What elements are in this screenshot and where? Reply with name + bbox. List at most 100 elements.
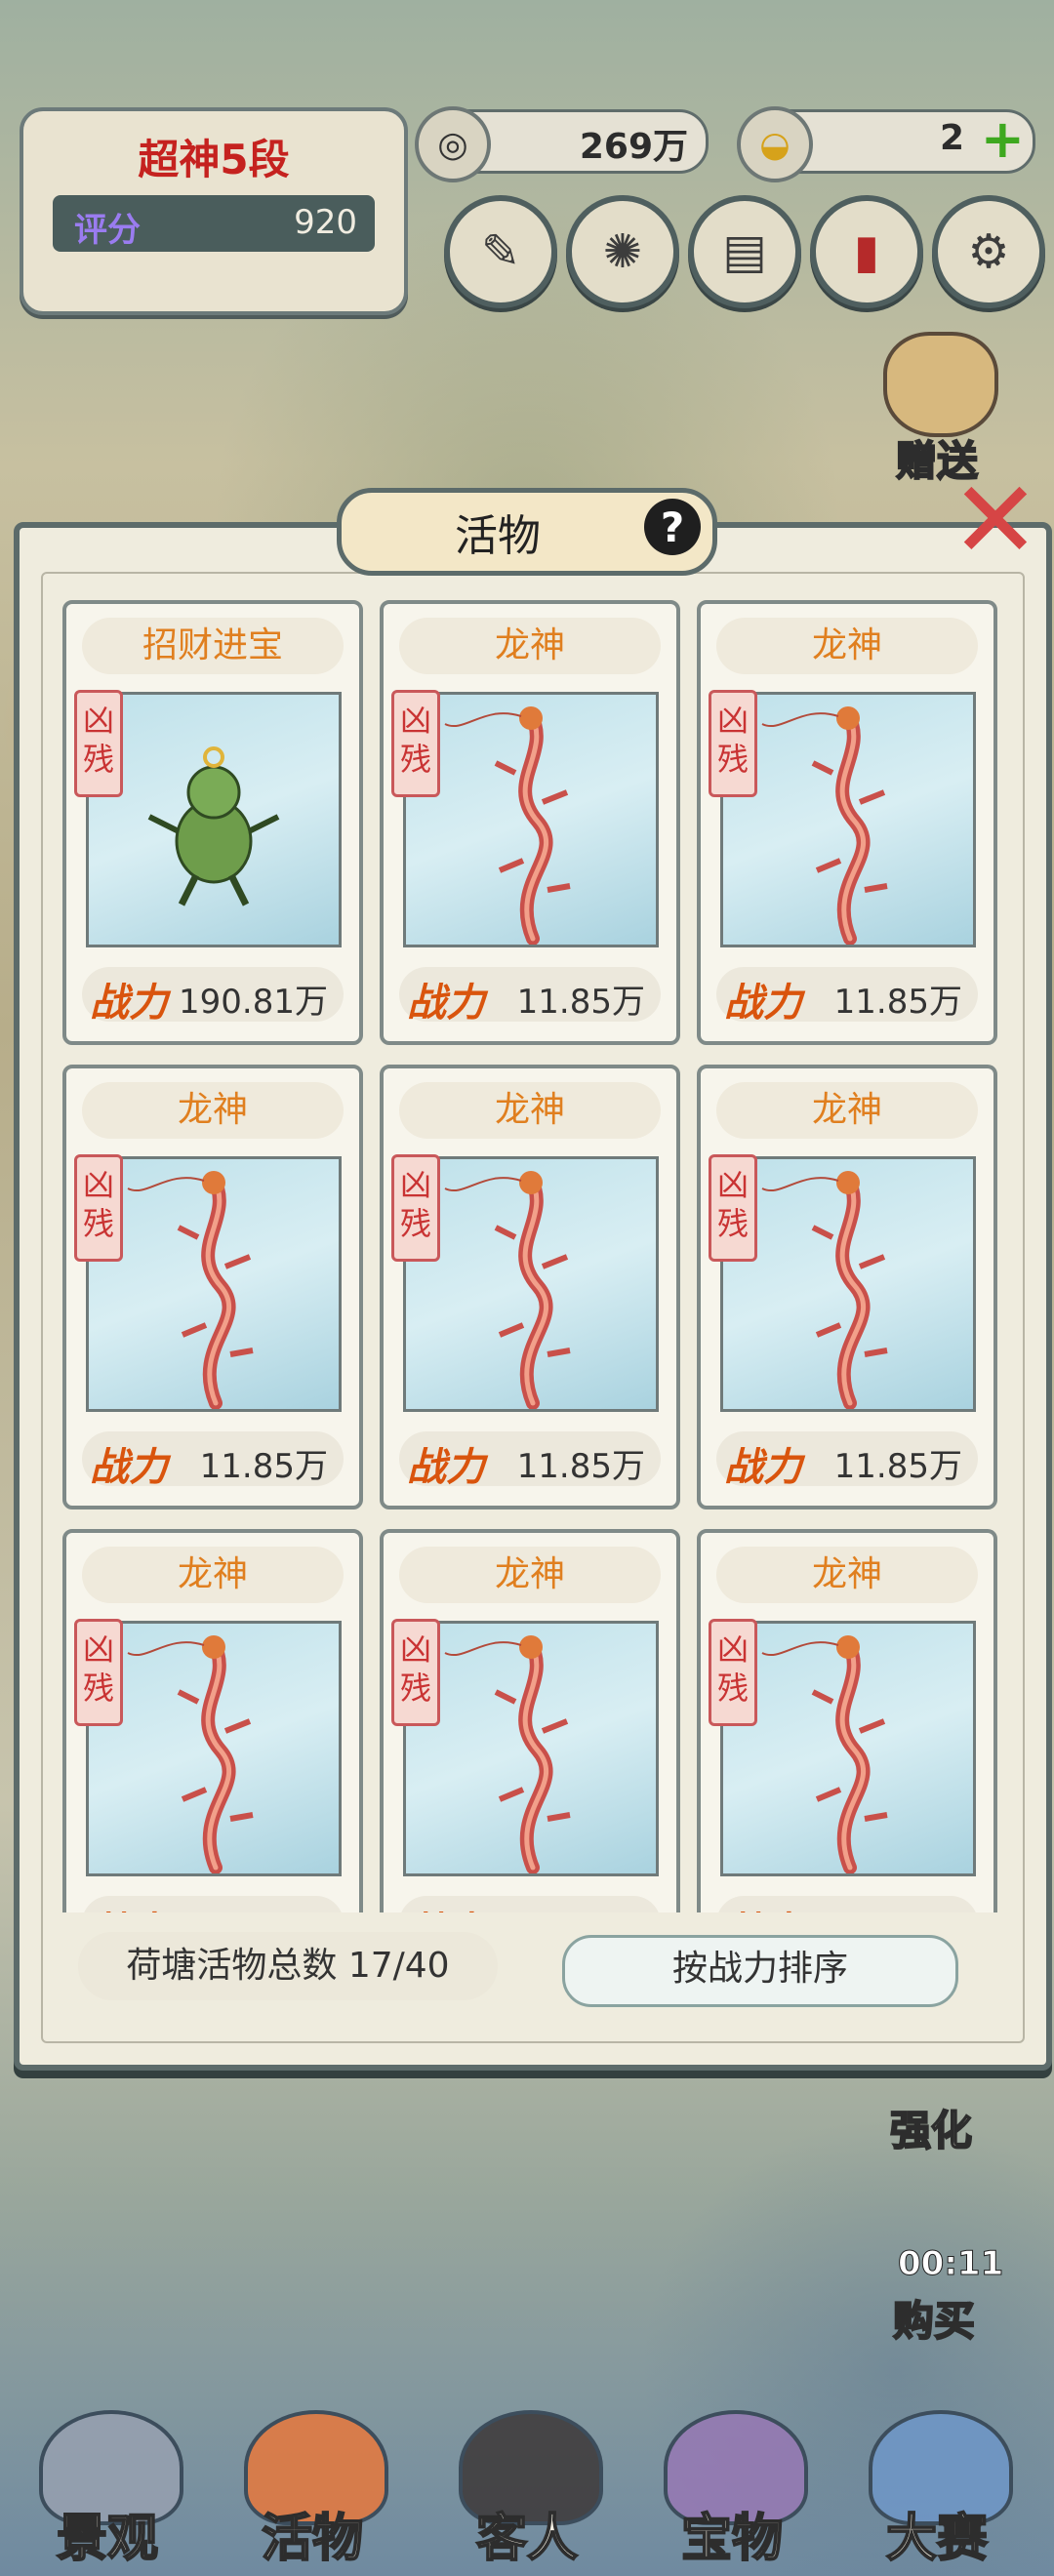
- creature-name: 龙神: [399, 618, 661, 674]
- trait-tag: 凶残: [391, 1154, 440, 1262]
- nav-label: 活物: [261, 2509, 364, 2569]
- power-value: 190.81万: [179, 983, 328, 1022]
- power-label: 战力: [407, 1445, 485, 1490]
- creature-portrait: 已吞 0: [403, 1621, 659, 1876]
- creature-name: 招财进宝: [82, 618, 344, 674]
- gold-ingot-icon: ◒: [737, 106, 813, 182]
- nav-treasures[interactable]: 宝物: [634, 2410, 830, 2576]
- creature-card[interactable]: 龙神已吞 0凶残战力 11.85万: [380, 600, 680, 1045]
- power-label: 战力: [724, 1445, 802, 1490]
- card-icon: ▮: [853, 224, 880, 279]
- creature-card[interactable]: 招财进宝已吞 260凶残战力 190.81万: [62, 600, 363, 1045]
- creature-name: 龙神: [716, 1082, 978, 1139]
- trait-tag: 凶残: [74, 1619, 123, 1726]
- dragon-icon: [89, 1635, 339, 1873]
- nav-creatures[interactable]: 活物: [215, 2410, 410, 2576]
- modal-title-plate: 活物 ?: [337, 488, 717, 576]
- card-button[interactable]: ▮: [810, 195, 923, 308]
- nav-guests[interactable]: 客人: [429, 2410, 625, 2576]
- scroll-brush-button[interactable]: ✎: [444, 195, 557, 308]
- creature-portrait: 已吞 260: [86, 692, 342, 947]
- wheel-button[interactable]: ✺: [566, 195, 679, 308]
- rank-panel[interactable]: 超神5段 评分 920: [20, 107, 408, 315]
- creature-card[interactable]: 龙神已吞 0凶残战力: [380, 1529, 680, 1912]
- power-row: 战力 11.85万: [399, 1431, 661, 1490]
- sort-by-power-button[interactable]: 按战力排序: [562, 1935, 958, 2007]
- dragon-icon: [406, 1171, 656, 1409]
- gold-counter: ◒ 2 +: [737, 106, 1035, 182]
- close-icon[interactable]: ✕: [947, 466, 1044, 574]
- gear-icon: ⚙: [967, 224, 1010, 279]
- shuriken-icon: ✺: [602, 224, 643, 279]
- power-row: 战力 190.81万: [82, 967, 344, 1026]
- creature-portrait: 已吞 0: [720, 692, 976, 947]
- creature-portrait: 已吞 0: [86, 1156, 342, 1412]
- creature-card[interactable]: 龙神已吞 0凶残战力 11.85万: [380, 1065, 680, 1509]
- add-gold-icon[interactable]: +: [981, 113, 1025, 166]
- coin-value: 269万: [579, 127, 688, 167]
- creature-name: 龙神: [399, 1547, 661, 1603]
- trait-tag: 凶残: [391, 690, 440, 797]
- nav-label: 客人: [475, 2509, 579, 2569]
- creature-card[interactable]: 龙神已吞 0凶残战力: [62, 1529, 363, 1912]
- trait-tag: 凶残: [74, 690, 123, 797]
- creature-name: 龙神: [82, 1547, 344, 1603]
- creature-name: 龙神: [399, 1082, 661, 1139]
- power-row: 战力 11.85万: [399, 967, 661, 1026]
- buy-button[interactable]: 购买: [892, 2288, 976, 2348]
- golden-toad-icon: [89, 746, 339, 945]
- creature-portrait: 已吞 0: [720, 1156, 976, 1412]
- nav-contest[interactable]: 大赛: [839, 2410, 1034, 2576]
- power-label: 战力: [90, 1445, 168, 1490]
- power-row: 战力 11.85万: [716, 967, 978, 1026]
- score-value: 920: [294, 203, 357, 242]
- power-row: 战力: [82, 1896, 344, 1912]
- dragon-icon: [406, 706, 656, 945]
- pond-creature-count: 荷塘活物总数 17/40: [78, 1932, 498, 2000]
- dragon-icon: [723, 706, 973, 945]
- creature-card[interactable]: 龙神已吞 0凶残战力: [697, 1529, 997, 1912]
- settings-button[interactable]: ⚙: [932, 195, 1045, 308]
- creature-grid[interactable]: 招财进宝已吞 260凶残战力190.81万龙神已吞 0凶残战力11.85万龙神已…: [49, 600, 1005, 1912]
- creature-portrait: 已吞 0: [403, 1156, 659, 1412]
- power-label: 战力: [90, 981, 168, 1026]
- creature-card[interactable]: 龙神已吞 0凶残战力 11.85万: [62, 1065, 363, 1509]
- nav-label: 景观: [56, 2509, 159, 2569]
- creature-card[interactable]: 龙神已吞 0凶残战力 11.85万: [697, 1065, 997, 1509]
- map-icon: ▤: [722, 224, 767, 279]
- score-row: 评分 920: [53, 195, 375, 252]
- help-icon[interactable]: ?: [644, 499, 701, 555]
- creature-card[interactable]: 龙神已吞 0凶残战力 11.85万: [697, 600, 997, 1045]
- trait-tag: 凶残: [709, 1154, 757, 1262]
- strengthen-button[interactable]: 强化: [889, 2098, 973, 2157]
- power-value: 11.85万: [199, 1447, 328, 1486]
- creature-name: 龙神: [82, 1082, 344, 1139]
- rank-title: 超神5段: [138, 136, 290, 183]
- creature-portrait: 已吞 0: [86, 1621, 342, 1876]
- power-row: 战力: [716, 1896, 978, 1912]
- creature-name: 龙神: [716, 1547, 978, 1603]
- trait-tag: 凶残: [709, 690, 757, 797]
- trait-tag: 凶残: [74, 1154, 123, 1262]
- power-value: 11.85万: [516, 983, 645, 1022]
- power-value: 11.85万: [833, 1447, 962, 1486]
- power-label: 战力: [724, 981, 802, 1026]
- trait-tag: 凶残: [709, 1619, 757, 1726]
- power-row: 战力: [399, 1896, 661, 1912]
- power-row: 战力 11.85万: [716, 1431, 978, 1490]
- dragon-icon: [406, 1635, 656, 1873]
- nav-scenery[interactable]: 景观: [10, 2410, 205, 2576]
- trait-tag: 凶残: [391, 1619, 440, 1726]
- power-row: 战力 11.85万: [82, 1431, 344, 1490]
- power-label: 战力: [407, 1900, 485, 1912]
- scroll-icon: ✎: [480, 224, 521, 279]
- coin-counter: ◎ 269万: [415, 106, 709, 182]
- gold-value: 2: [939, 118, 964, 158]
- coin-icon: ◎: [415, 106, 491, 182]
- creature-name: 龙神: [716, 618, 978, 674]
- map-button[interactable]: ▤: [688, 195, 801, 308]
- power-value: 11.85万: [516, 1447, 645, 1486]
- dragon-icon: [723, 1171, 973, 1409]
- modal-title: 活物: [455, 511, 541, 561]
- money-bag-icon: [883, 332, 998, 437]
